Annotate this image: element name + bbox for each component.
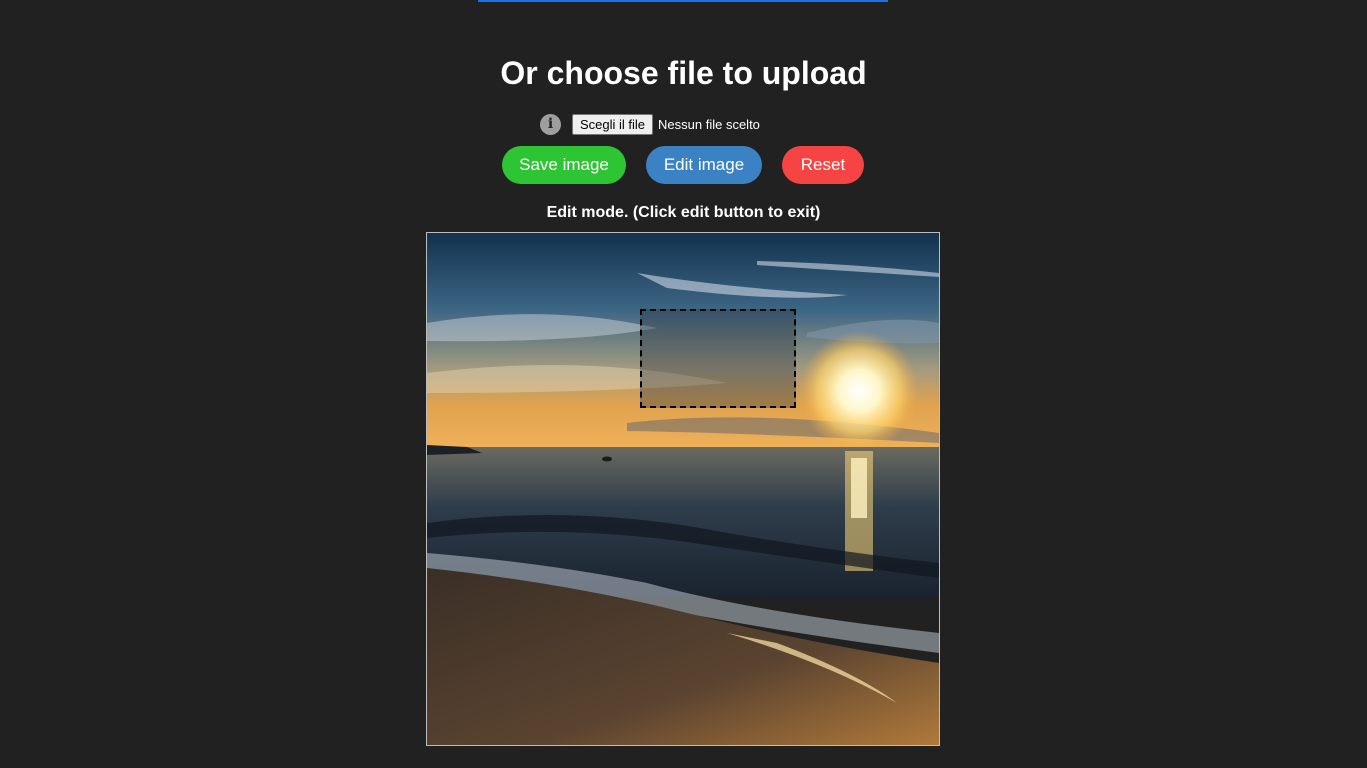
info-icon[interactable]: i	[540, 113, 561, 135]
reset-button[interactable]: Reset	[782, 146, 864, 184]
file-input-row: i Scegli il file Nessun file scelto	[540, 113, 760, 135]
page-title: Or choose file to upload	[500, 55, 867, 91]
choose-file-button[interactable]: Scegli il file	[572, 113, 654, 135]
image-canvas[interactable]	[426, 232, 940, 746]
file-status-text: Nessun file scelto	[658, 116, 760, 132]
edit-image-button[interactable]: Edit image	[646, 146, 762, 184]
selection-rectangle[interactable]	[640, 309, 796, 408]
save-image-button[interactable]: Save image	[502, 146, 626, 184]
top-accent-bar	[478, 0, 888, 2]
edit-mode-label: Edit mode. (Click edit button to exit)	[546, 204, 821, 221]
